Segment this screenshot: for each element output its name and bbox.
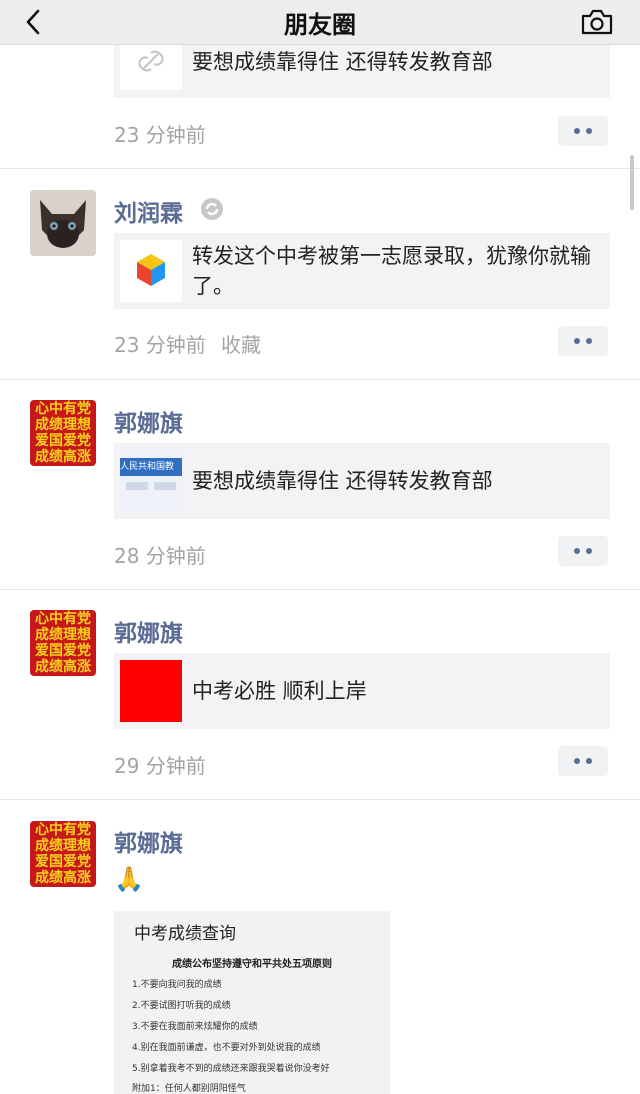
avatar-line: 成绩理想: [35, 627, 91, 643]
avatar-line: 爱国爱党: [35, 854, 91, 870]
moment-post: 心中有党 成绩理想 爱国爱党 成绩高涨 郭娜旗 中考必胜 顺利上岸 29 分钟前: [0, 590, 640, 800]
thumbnail-block: [126, 482, 148, 490]
more-actions-button[interactable]: [558, 536, 608, 566]
avatar-line: 成绩高涨: [35, 659, 91, 675]
navigation-bar: 朋友圈: [0, 0, 640, 45]
avatar-line: 成绩高涨: [35, 870, 91, 886]
dot-icon: [574, 128, 580, 134]
camera-icon[interactable]: [580, 8, 614, 36]
poster-name[interactable]: 郭娜旗: [114, 824, 183, 858]
cube-logo-icon: [137, 254, 165, 286]
post-time: 28 分钟前: [114, 544, 206, 568]
poster-name[interactable]: 刘润霖: [114, 194, 183, 228]
avatar-line: 爱国爱党: [35, 643, 91, 659]
moment-post: 刘润霖 转发这个中考被第一志愿录取，犹豫你就输了。 23 分钟前 收藏: [0, 169, 640, 380]
post-image[interactable]: 中考成绩查询 成绩公布坚持遵守和平共处五项原则 1.不要向我问我的成绩 2.不要…: [114, 911, 390, 1094]
dot-icon: [574, 548, 580, 554]
cat-avatar-icon: [30, 190, 96, 256]
more-actions-button[interactable]: [558, 326, 608, 356]
dot-icon: [586, 548, 592, 554]
image-line: 3.不要在我面前来炫耀你的成绩: [132, 1022, 258, 1032]
avatar-line: 心中有党: [35, 611, 91, 627]
image-line: 附加1：任何人都别阴阳怪气: [132, 1084, 246, 1094]
share-text: 中考必胜 顺利上岸: [192, 679, 367, 703]
avatar-line: 心中有党: [35, 822, 91, 838]
avatar[interactable]: 心中有党 成绩理想 爱国爱党 成绩高涨: [30, 610, 96, 676]
dot-icon: [586, 338, 592, 344]
share-card[interactable]: 中考必胜 顺利上岸: [114, 653, 610, 729]
avatar[interactable]: 心中有党 成绩理想 爱国爱党 成绩高涨: [30, 400, 96, 466]
avatar[interactable]: [30, 190, 96, 256]
image-line: 2.不要试图打听我的成绩: [132, 1001, 231, 1011]
thumbnail-block: [154, 482, 176, 490]
favorite-link[interactable]: 收藏: [221, 329, 261, 358]
dot-icon: [586, 128, 592, 134]
dot-icon: [574, 758, 580, 764]
share-text: 要想成绩靠得住 还得转发教育部: [192, 469, 493, 493]
page-title: 朋友圈: [284, 10, 356, 39]
image-title: 中考成绩查询: [134, 924, 236, 944]
share-text: 要想成绩靠得住 还得转发教育部: [192, 50, 493, 74]
sync-badge-icon: [201, 198, 223, 220]
avatar-line: 心中有党: [35, 401, 91, 417]
post-time: 29 分钟前: [114, 754, 206, 778]
avatar-line: 成绩理想: [35, 838, 91, 854]
dot-icon: [586, 758, 592, 764]
link-thumbnail: [120, 660, 182, 722]
avatar-line: 爱国爱党: [35, 433, 91, 449]
post-time: 23 分钟前: [114, 123, 206, 147]
avatar-line: 成绩理想: [35, 417, 91, 433]
thumbnail-banner: 人民共和国教: [120, 458, 182, 476]
link-thumbnail: 人民共和国教: [120, 450, 182, 512]
image-line: 4.别在我面前谦虚，也不要对外到处说我的成绩: [132, 1043, 321, 1053]
more-actions-button[interactable]: [558, 116, 608, 146]
avatar-line: 成绩高涨: [35, 449, 91, 465]
poster-name[interactable]: 郭娜旗: [114, 404, 183, 438]
more-actions-button[interactable]: [558, 746, 608, 776]
moment-post: 心中有党 成绩理想 爱国爱党 成绩高涨 郭娜旗 人民共和国教 要想成绩靠得住 还…: [0, 380, 640, 590]
share-card[interactable]: 人民共和国教 要想成绩靠得住 还得转发教育部: [114, 443, 610, 519]
chevron-left-icon[interactable]: [20, 6, 48, 38]
poster-name[interactable]: 郭娜旗: [114, 614, 183, 648]
post-emoji: 🙏: [114, 865, 144, 893]
dot-icon: [574, 338, 580, 344]
avatar[interactable]: 心中有党 成绩理想 爱国爱党 成绩高涨: [30, 821, 96, 887]
share-card[interactable]: 转发这个中考被第一志愿录取，犹豫你就输了。: [114, 233, 610, 309]
link-thumbnail: [120, 240, 182, 302]
image-line: 1.不要向我问我的成绩: [132, 980, 222, 990]
scrollbar[interactable]: [630, 155, 634, 210]
image-line: 5.别拿着我考不到的成绩还来跟我哭着说你没考好: [132, 1064, 330, 1074]
post-time: 23 分钟前: [114, 333, 206, 357]
share-text: 转发这个中考被第一志愿录取，犹豫你就输了。: [192, 244, 591, 298]
image-subtitle: 成绩公布坚持遵守和平共处五项原则: [172, 959, 332, 970]
